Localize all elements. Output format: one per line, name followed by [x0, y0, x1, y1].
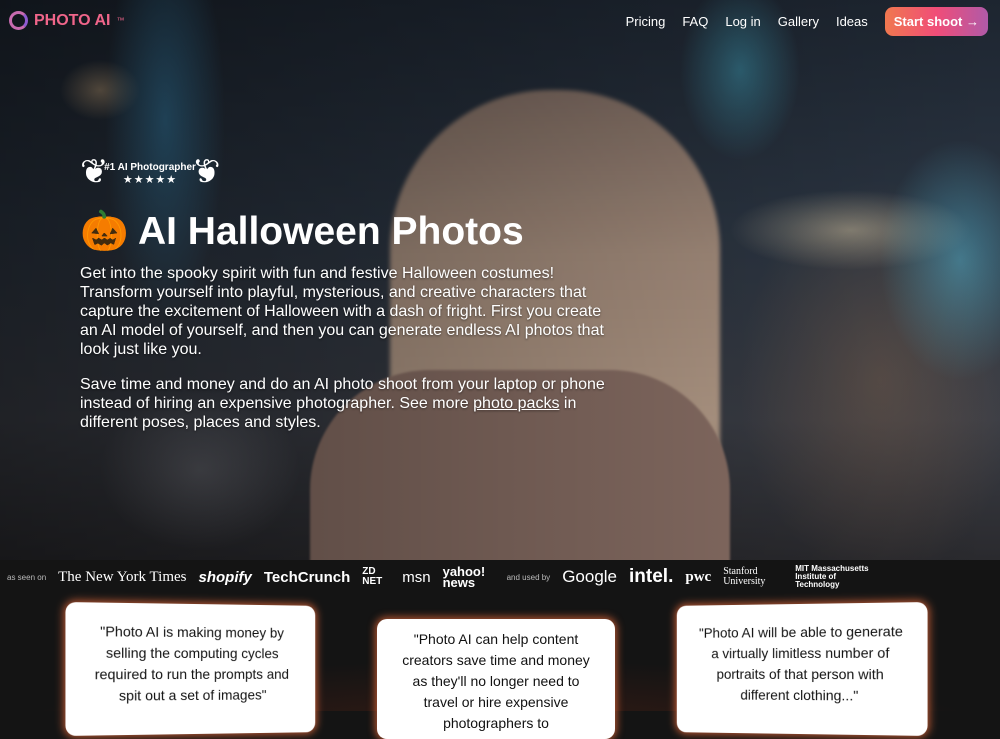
- secondary-paragraph: Save time and money and do an AI photo s…: [80, 375, 620, 432]
- nav-gallery[interactable]: Gallery: [778, 14, 819, 29]
- start-shoot-button[interactable]: Start shoot →: [884, 7, 988, 36]
- intro-paragraph: Get into the spooky spirit with fun and …: [80, 265, 604, 358]
- logo-icon: [9, 11, 28, 30]
- seen-on-label: as seen on: [7, 572, 47, 582]
- logo-msn: msn: [402, 568, 431, 586]
- logo-google: Google: [562, 567, 618, 586]
- brand-name: PHOTO AI: [34, 11, 111, 29]
- logo-pwc: pwc: [685, 568, 712, 585]
- logo-techcrunch: TechCrunch: [263, 568, 351, 586]
- logo-stanford: Stanford University: [723, 566, 766, 587]
- top-nav: PHOTO AI ™ Pricing FAQ Log in Gallery Ide…: [0, 0, 1000, 42]
- logo-shopify: shopify: [198, 568, 252, 586]
- logo-yahoo-news: yahoo! news: [442, 564, 486, 590]
- nav-pricing[interactable]: Pricing: [626, 14, 666, 29]
- quote-text: "Photo AI will be able to generate a vir…: [698, 622, 903, 704]
- photo-packs-link[interactable]: photo packs: [473, 395, 559, 412]
- quote-card: "Photo AI will be able to generate a vir…: [676, 602, 928, 736]
- nav-login[interactable]: Log in: [725, 14, 760, 29]
- press-logos: as seen on The New York Times shopify Te…: [0, 562, 1000, 592]
- quote-card: "Photo AI can help content creators save…: [377, 619, 615, 739]
- quote-text: "Photo AI can help content creators save…: [402, 631, 590, 731]
- logo-intel: intel.: [629, 566, 674, 587]
- logo-zdnet: ZD NET: [362, 566, 383, 587]
- laurel-right-icon: ❦: [191, 153, 221, 191]
- quote-text: "Photo AI is making money by selling the…: [94, 623, 289, 704]
- nav-ideas[interactable]: Ideas: [836, 14, 868, 29]
- page-title: 🎃 AI Halloween Photos: [80, 210, 524, 253]
- brand-logo[interactable]: PHOTO AI ™: [9, 11, 124, 30]
- logo-nyt: The New York Times: [58, 568, 187, 585]
- logo-mit: MIT Massachusetts Institute of Technolog…: [795, 564, 869, 589]
- quote-card: "Photo AI is making money by selling the…: [65, 602, 316, 736]
- nav-faq[interactable]: FAQ: [682, 14, 708, 29]
- trademark: ™: [116, 16, 125, 25]
- award-badge: ❦ ❦ #1 AI Photographer ★★★★★: [80, 152, 220, 198]
- used-by-label: and used by: [506, 572, 551, 582]
- laurel-left-icon: ❦: [80, 153, 109, 191]
